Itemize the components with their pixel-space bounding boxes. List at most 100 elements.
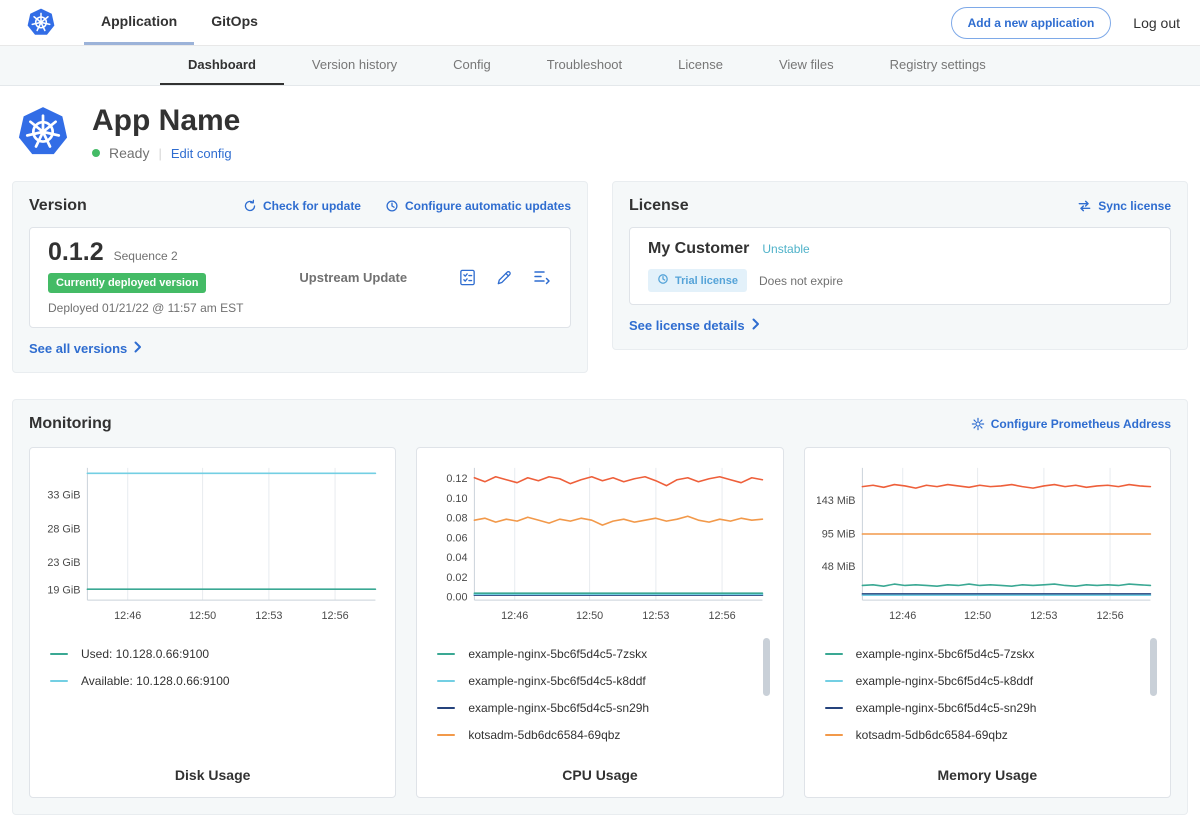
subnav-item-registry-settings[interactable]: Registry settings bbox=[862, 46, 1014, 85]
svg-text:0.04: 0.04 bbox=[447, 552, 468, 564]
gear-icon bbox=[971, 417, 985, 431]
svg-text:12:50: 12:50 bbox=[576, 610, 603, 622]
memory-usage-plot: 12:4612:5012:5312:56143 MiB95 MiB48 MiB bbox=[817, 460, 1158, 626]
topnav-tabs: Application GitOps bbox=[84, 0, 275, 45]
svg-text:0.00: 0.00 bbox=[447, 592, 468, 604]
svg-text:0.02: 0.02 bbox=[447, 572, 468, 584]
tab-application[interactable]: Application bbox=[84, 0, 194, 45]
edit-config-link[interactable]: Edit config bbox=[171, 146, 232, 161]
cpu-usage-chart-panel: 12:4612:5012:5312:560.120.100.080.060.04… bbox=[416, 447, 783, 798]
charts-row: 12:4612:5012:5312:5633 GiB28 GiB23 GiB19… bbox=[29, 447, 1171, 798]
version-number: 0.1.2 bbox=[48, 240, 104, 265]
svg-text:0.10: 0.10 bbox=[447, 493, 468, 505]
view-diff-icon[interactable] bbox=[532, 268, 552, 287]
refresh-icon bbox=[243, 199, 257, 213]
legend-color-swatch bbox=[825, 734, 843, 736]
see-license-details-link[interactable]: See license details bbox=[629, 318, 760, 333]
clock-icon bbox=[385, 199, 399, 213]
cpu-usage-plot: 12:4612:5012:5312:560.120.100.080.060.04… bbox=[429, 460, 770, 626]
svg-text:12:53: 12:53 bbox=[255, 610, 282, 622]
current-version-box: 0.1.2 Sequence 2 Currently deployed vers… bbox=[29, 227, 571, 328]
version-card-title: Version bbox=[29, 197, 87, 215]
legend-scrollbar[interactable] bbox=[763, 638, 770, 696]
app-status-text: Ready bbox=[109, 145, 149, 161]
svg-text:12:50: 12:50 bbox=[964, 610, 991, 622]
legend-label: example-nginx-5bc6f5d4c5-7zskx bbox=[468, 647, 647, 661]
legend-color-swatch bbox=[437, 653, 455, 655]
svg-text:12:46: 12:46 bbox=[114, 610, 141, 622]
legend-label: example-nginx-5bc6f5d4c5-k8ddf bbox=[468, 674, 645, 688]
svg-text:143 MiB: 143 MiB bbox=[817, 495, 855, 507]
legend-label: example-nginx-5bc6f5d4c5-sn29h bbox=[468, 701, 649, 715]
chart-title: CPU Usage bbox=[429, 755, 770, 791]
upstream-update-label: Upstream Update bbox=[299, 270, 407, 285]
deployed-timestamp: Deployed 01/21/22 @ 11:57 am EST bbox=[48, 301, 243, 315]
configure-automatic-updates-link[interactable]: Configure automatic updates bbox=[385, 199, 571, 213]
cpu-usage-legend: example-nginx-5bc6f5d4c5-7zskx example-ng… bbox=[429, 634, 770, 755]
chart-title: Disk Usage bbox=[42, 755, 383, 791]
monitoring-card: Monitoring Configure Prometheus Address … bbox=[12, 399, 1188, 815]
subnav-item-dashboard[interactable]: Dashboard bbox=[160, 46, 284, 85]
svg-text:12:46: 12:46 bbox=[501, 610, 528, 622]
svg-text:48 MiB: 48 MiB bbox=[821, 561, 855, 573]
trial-license-badge: Trial license bbox=[648, 269, 747, 292]
tab-gitops[interactable]: GitOps bbox=[194, 0, 275, 45]
trial-clock-icon bbox=[657, 273, 669, 288]
sequence-label: Sequence 2 bbox=[114, 249, 178, 263]
deployed-status-badge: Currently deployed version bbox=[48, 273, 206, 293]
svg-text:12:56: 12:56 bbox=[322, 610, 349, 622]
disk-usage-legend: Used: 10.128.0.66:9100 Available: 10.128.… bbox=[42, 634, 383, 701]
legend-item: example-nginx-5bc6f5d4c5-7zskx bbox=[437, 647, 754, 661]
license-expiration-text: Does not expire bbox=[759, 274, 843, 288]
monitoring-title: Monitoring bbox=[29, 415, 112, 433]
release-channel-label: Unstable bbox=[762, 242, 809, 256]
legend-color-swatch bbox=[437, 734, 455, 736]
svg-text:0.08: 0.08 bbox=[447, 513, 468, 525]
subnav-item-troubleshoot[interactable]: Troubleshoot bbox=[519, 46, 650, 85]
app-header: App Name Ready | Edit config bbox=[0, 86, 1200, 181]
legend-item: kotsadm-5db6dc6584-69qbz bbox=[825, 728, 1142, 742]
legend-item: example-nginx-5bc6f5d4c5-7zskx bbox=[825, 647, 1142, 661]
legend-color-swatch bbox=[50, 653, 68, 655]
svg-text:12:53: 12:53 bbox=[643, 610, 670, 622]
svg-text:23 GiB: 23 GiB bbox=[47, 557, 80, 569]
see-all-versions-link[interactable]: See all versions bbox=[29, 341, 142, 356]
legend-color-swatch bbox=[825, 680, 843, 682]
memory-usage-legend: example-nginx-5bc6f5d4c5-7zskx example-ng… bbox=[817, 634, 1158, 755]
chevron-right-icon bbox=[134, 341, 142, 356]
dashboard-cards-row: Version Check for update bbox=[0, 181, 1200, 373]
page-title: App Name bbox=[92, 104, 240, 137]
sync-license-link[interactable]: Sync license bbox=[1077, 199, 1171, 213]
version-card: Version Check for update bbox=[12, 181, 588, 373]
svg-text:0.06: 0.06 bbox=[447, 532, 468, 544]
legend-item: kotsadm-5db6dc6584-69qbz bbox=[437, 728, 754, 742]
legend-color-swatch bbox=[825, 707, 843, 709]
subnav-item-license[interactable]: License bbox=[650, 46, 751, 85]
legend-item: example-nginx-5bc6f5d4c5-k8ddf bbox=[437, 674, 754, 688]
add-application-button[interactable]: Add a new application bbox=[951, 7, 1112, 39]
legend-item: Used: 10.128.0.66:9100 bbox=[50, 647, 367, 661]
subnav-item-view-files[interactable]: View files bbox=[751, 46, 862, 85]
legend-color-swatch bbox=[437, 680, 455, 682]
check-for-update-link[interactable]: Check for update bbox=[243, 199, 361, 213]
svg-text:95 MiB: 95 MiB bbox=[821, 528, 855, 540]
license-details-box: My Customer Unstable Trial license Does … bbox=[629, 227, 1171, 305]
edit-pen-icon[interactable] bbox=[495, 268, 514, 287]
subnav-item-config[interactable]: Config bbox=[425, 46, 519, 85]
svg-text:19 GiB: 19 GiB bbox=[47, 584, 80, 596]
app-logo-kubernetes-icon bbox=[16, 106, 70, 160]
legend-label: Available: 10.128.0.66:9100 bbox=[81, 674, 230, 688]
logout-link[interactable]: Log out bbox=[1133, 15, 1180, 31]
legend-scrollbar[interactable] bbox=[1150, 638, 1157, 696]
legend-color-swatch bbox=[437, 707, 455, 709]
app-subnav: Dashboard Version history Config Trouble… bbox=[0, 46, 1200, 86]
topnav-right: Add a new application Log out bbox=[951, 7, 1180, 39]
legend-label: kotsadm-5db6dc6584-69qbz bbox=[856, 728, 1008, 742]
release-notes-icon[interactable] bbox=[458, 268, 477, 287]
license-card-title: License bbox=[629, 197, 689, 215]
subnav-item-version-history[interactable]: Version history bbox=[284, 46, 425, 85]
legend-item: example-nginx-5bc6f5d4c5-sn29h bbox=[825, 701, 1142, 715]
legend-item: example-nginx-5bc6f5d4c5-k8ddf bbox=[825, 674, 1142, 688]
configure-prometheus-link[interactable]: Configure Prometheus Address bbox=[971, 417, 1171, 431]
legend-label: example-nginx-5bc6f5d4c5-k8ddf bbox=[856, 674, 1033, 688]
